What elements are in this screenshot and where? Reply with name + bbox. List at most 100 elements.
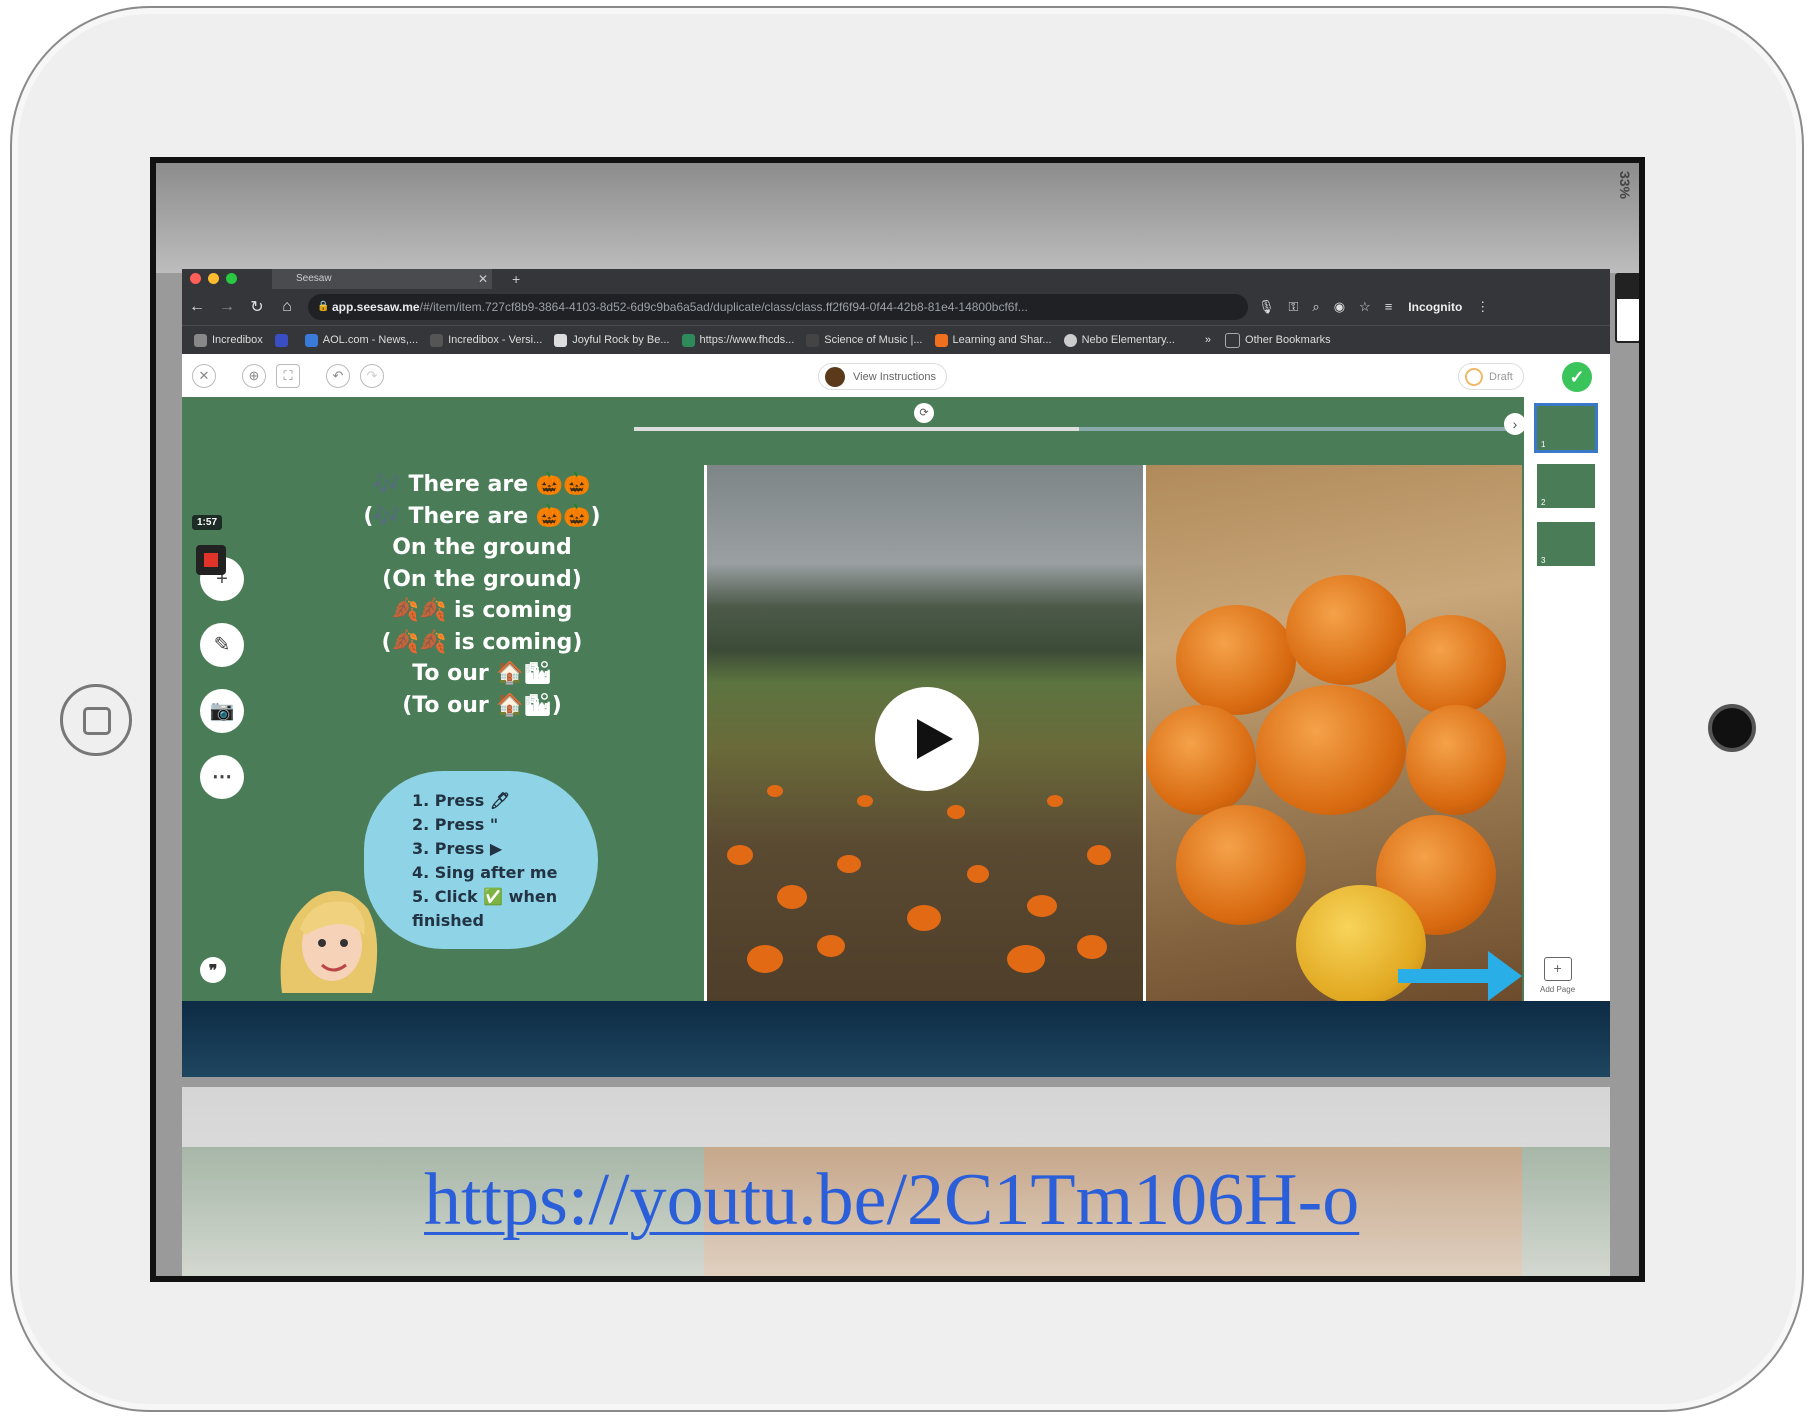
bookmarks-overflow-icon[interactable]: » [1205, 334, 1211, 346]
incognito-badge[interactable]: Incognito [1408, 300, 1462, 314]
ipad-screen: Seesaw ✕ + ← → ↻ ⌂ 🔒 app.seesaw.me/#/ite… [150, 157, 1645, 1282]
seesaw-toolbar: ✕ ⊕ ⛶ ↶ ↷ View Instructions Draft ✓ [182, 354, 1610, 399]
lock-icon: 🔒 [317, 301, 330, 312]
bookmark-label: Incredibox - Versi... [448, 334, 543, 346]
bookmark-favicon [806, 333, 820, 347]
bookmark-item[interactable]: Science of Music |... [806, 333, 923, 347]
instructions-list: 1. Press 🖊 2. Press " 3. Press ▶ 4. Sing… [412, 789, 557, 933]
camera-icon[interactable]: 📷 [200, 689, 244, 733]
instruction-step: 5. Click ✅ when [412, 887, 558, 906]
zoom-percent: 33% [1617, 170, 1633, 199]
rotate-handle-icon[interactable]: ⟳ [914, 403, 934, 423]
tab-seesaw[interactable]: Seesaw [272, 269, 492, 289]
slide-canvas[interactable]: ⟳ 1:57 + ✎ 📷 ⋯ ❞ 🎶 There are 🎃🎃 (🎶 There… [182, 397, 1610, 1077]
close-window-dot[interactable] [190, 273, 201, 284]
instruction-step: 2. Press " [412, 815, 499, 834]
reading-list-icon[interactable]: ≡ [1385, 299, 1393, 315]
front-camera [1708, 704, 1756, 752]
youtube-link[interactable]: https://youtu.be/2C1Tm106H-o [424, 1158, 1359, 1243]
bookmark-item[interactable]: https://www.fhcds... [681, 333, 794, 347]
home-icon[interactable]: ⌂ [272, 298, 302, 316]
page-number: 1 [1541, 440, 1546, 449]
bookmark-item[interactable]: Incredibox - Versi... [430, 333, 543, 347]
stop-recording-button[interactable] [196, 545, 226, 575]
pen-icon[interactable]: ✎ [200, 623, 244, 667]
url-host: app.seesaw.me [332, 300, 420, 314]
bookmark-label: Learning and Shar... [952, 334, 1052, 346]
pumpkin-field-video[interactable] [704, 465, 1146, 1009]
bookmark-item[interactable]: AOL.com - News,... [304, 333, 419, 347]
more-icon[interactable]: ⋯ [200, 755, 244, 799]
add-page-button[interactable]: + Add Page [1540, 957, 1575, 994]
home-button[interactable] [60, 684, 132, 756]
bookmark-item[interactable]: Nebo Elementary... [1063, 333, 1175, 347]
draft-label: Draft [1489, 371, 1513, 383]
home-square-icon [83, 707, 111, 735]
quote-icon[interactable]: ❞ [200, 957, 226, 983]
new-tab-icon[interactable]: + [512, 269, 520, 289]
recording-timer: 1:57 [192, 515, 223, 530]
lyric-line: On the ground [392, 535, 572, 560]
battery-icon [1615, 273, 1639, 343]
slider-fill [634, 427, 1079, 431]
bookmark-label: Joyful Rock by Be... [572, 334, 670, 346]
draft-button[interactable]: Draft [1458, 363, 1524, 390]
bookmark-item[interactable]: Incredibox [194, 333, 263, 347]
bookmark-favicon [554, 333, 568, 347]
bookmark-item[interactable]: Learning and Shar... [934, 333, 1052, 347]
undo-icon[interactable]: ↶ [326, 364, 350, 388]
play-video-button[interactable] [875, 687, 979, 791]
song-lyrics: 🎶 There are 🎃🎃 (🎶 There are 🎃🎃) On the g… [332, 469, 632, 721]
bookmark-favicon [304, 333, 318, 347]
microphone-icon[interactable]: 🎙 [1258, 299, 1275, 315]
redo-icon[interactable]: ↷ [360, 364, 384, 388]
page-panel: 1 2 3 + Add Page [1524, 397, 1610, 1001]
next-page-icon[interactable]: › [1504, 413, 1526, 435]
submit-check-button[interactable]: ✓ [1562, 362, 1592, 392]
page-thumb[interactable]: 3 [1534, 519, 1598, 569]
star-icon[interactable]: ☆ [1359, 299, 1371, 315]
address-bar[interactable]: 🔒 app.seesaw.me/#/item/item.727cf8b9-386… [308, 294, 1248, 320]
bookmark-favicon [430, 333, 444, 347]
browser-menu-icon[interactable]: ⋮ [1476, 299, 1489, 315]
bookmark-favicon [274, 333, 288, 347]
back-icon[interactable]: ← [182, 298, 212, 316]
bookmark-label: Nebo Elementary... [1081, 334, 1175, 346]
reload-icon[interactable]: ↻ [242, 297, 272, 317]
other-bookmarks-label: Other Bookmarks [1245, 334, 1331, 346]
tab-close-icon[interactable]: ✕ [478, 269, 488, 289]
bookmark-item[interactable]: Joyful Rock by Be... [554, 333, 670, 347]
close-icon[interactable]: ✕ [192, 364, 216, 388]
bookmark-favicon [1063, 333, 1077, 347]
key-icon[interactable]: ⚿ [1289, 299, 1299, 315]
eye-icon[interactable]: ◉ [1334, 299, 1345, 315]
fullscreen-icon[interactable]: ⛶ [276, 364, 300, 388]
minimize-window-dot[interactable] [208, 273, 219, 284]
maximize-window-dot[interactable] [226, 273, 237, 284]
bookmark-label: Science of Music |... [824, 334, 923, 346]
lyric-line: (On the ground) [382, 566, 582, 592]
pumpkin-crate-photo[interactable] [1146, 465, 1522, 1009]
bookmark-favicon [681, 333, 695, 347]
zoom-icon[interactable]: ⌕ [1312, 299, 1319, 315]
teacher-avatar [825, 367, 845, 387]
view-instructions-button[interactable]: View Instructions [818, 363, 947, 390]
draft-icon [1465, 368, 1483, 386]
address-bar-icons: 🎙 ⚿ ⌕ ◉ ☆ ≡ [1258, 299, 1392, 315]
url-path: /#/item/item.727cf8b9-3864-4103-8d52-6d9… [419, 300, 1028, 314]
bookmark-label: AOL.com - News,... [322, 334, 419, 346]
lyric-line: (To our 🏠🏙) [402, 692, 562, 718]
page-thumb[interactable]: 2 [1534, 461, 1598, 511]
lyric-line: (🍂🍂 is coming) [381, 629, 583, 655]
blue-arrow-icon [1398, 951, 1522, 1001]
bookmarks-bar: Incredibox AOL.com - News,... Incredibox… [182, 325, 1610, 354]
zoom-in-icon[interactable]: ⊕ [242, 364, 266, 388]
other-bookmarks[interactable]: Other Bookmarks [1225, 332, 1331, 348]
forward-icon[interactable]: → [212, 298, 242, 316]
instruction-step: 4. Sing after me [412, 863, 558, 882]
page-thumb[interactable]: 1 [1534, 403, 1598, 453]
lyric-line: (🎶 There are 🎃🎃) [363, 503, 601, 529]
browser-window: Seesaw ✕ + ← → ↻ ⌂ 🔒 app.seesaw.me/#/ite… [182, 269, 1610, 1077]
bookmark-item[interactable] [274, 333, 293, 347]
lyric-line: 🍂🍂 is coming [391, 598, 573, 623]
